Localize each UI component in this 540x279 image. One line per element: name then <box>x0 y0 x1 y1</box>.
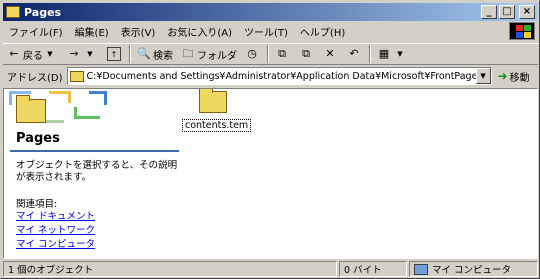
menu-help[interactable]: ヘルプ(H) <box>294 24 351 39</box>
menu-favorites[interactable]: お気に入り(A) <box>161 24 238 39</box>
folders-button[interactable]: 🗀 フォルダ <box>177 44 241 64</box>
related-links: マイ ドキュメント マイ ネットワーク マイ コンピュータ <box>16 210 95 252</box>
undo-icon: ↶ <box>349 47 359 60</box>
search-icon: 🔍 <box>137 47 151 60</box>
minimize-button[interactable]: _ <box>481 5 497 19</box>
toolbar-separator <box>129 45 131 63</box>
title-divider <box>10 150 179 152</box>
windows-logo-icon <box>509 22 535 40</box>
address-input[interactable]: C:¥Documents and Settings¥Administrator¥… <box>66 67 492 85</box>
copy-to-icon: ⧉ <box>302 47 310 60</box>
page-title: Pages <box>16 131 60 146</box>
computer-icon <box>414 263 428 275</box>
chevron-down-icon: ▼ <box>47 50 53 58</box>
search-button[interactable]: 🔍 検索 <box>133 44 177 64</box>
views-button[interactable]: ▦ ▼ <box>373 44 413 64</box>
delete-icon: ✕ <box>325 47 335 60</box>
up-folder-button[interactable]: ↑ <box>103 44 127 64</box>
status-zone-text: マイ コンピュータ <box>432 265 512 276</box>
go-arrow-icon: ➜ <box>497 69 508 83</box>
link-my-network[interactable]: マイ ネットワーク <box>16 224 95 238</box>
move-to-button[interactable]: ⧉ <box>271 44 295 64</box>
address-dropdown-button[interactable]: ▼ <box>475 68 491 84</box>
toolbar: ← 戻る ▼ → ▼ ↑ 🔍 検索 🗀 フォルダ ◷ ⧉ ⧉ ✕ ↶ ▦ ▼ <box>3 43 538 65</box>
folder-icon <box>6 6 20 18</box>
views-icon: ▦ <box>378 47 390 60</box>
menu-tools[interactable]: ツール(T) <box>238 24 294 39</box>
description-text: オブジェクトを選択すると、その説明が表示されます。 <box>16 160 178 183</box>
back-button[interactable]: ← 戻る ▼ <box>3 44 63 64</box>
folder-icon <box>69 70 84 82</box>
folder-icon <box>199 89 227 113</box>
folders-label: フォルダ <box>197 50 237 62</box>
forward-arrow-icon: → <box>69 47 79 60</box>
delete-button[interactable]: ✕ <box>319 44 343 64</box>
title-bar[interactable]: Pages _ □ × <box>3 3 538 21</box>
banner-decoration <box>44 111 64 123</box>
folder-icon <box>16 95 46 123</box>
go-label: 移動 <box>509 72 530 84</box>
copy-to-button[interactable]: ⧉ <box>295 44 319 64</box>
back-label: 戻る <box>23 50 43 62</box>
move-to-icon: ⧉ <box>278 47 286 60</box>
explorer-window: Pages _ □ × ファイル(F) 編集(E) 表示(V) お気に入り(A)… <box>0 0 540 279</box>
file-name: contents.tem <box>182 119 252 132</box>
back-arrow-icon: ← <box>9 47 19 60</box>
status-count-text: 1 個のオブジェクト <box>8 265 94 276</box>
menu-file[interactable]: ファイル(F) <box>3 24 69 39</box>
toolbar-separator <box>267 45 269 63</box>
status-zone: マイ コンピュータ <box>409 261 538 277</box>
menu-edit[interactable]: 編集(E) <box>69 24 115 39</box>
file-item[interactable]: contents.tem <box>182 89 252 132</box>
status-count: 1 個のオブジェクト <box>3 261 337 277</box>
menu-view[interactable]: 表示(V) <box>115 24 162 39</box>
banner-decoration <box>74 107 100 119</box>
banner-decoration <box>89 91 107 105</box>
status-size: 0 バイト <box>339 261 407 277</box>
maximize-button[interactable]: □ <box>499 5 515 19</box>
forward-button[interactable]: → ▼ <box>63 44 103 64</box>
status-size-text: 0 バイト <box>344 265 382 276</box>
close-button[interactable]: × <box>519 5 535 19</box>
menu-bar: ファイル(F) 編集(E) 表示(V) お気に入り(A) ツール(T) ヘルプ(… <box>3 22 509 41</box>
link-my-computer[interactable]: マイ コンピュータ <box>16 238 95 252</box>
up-folder-icon: ↑ <box>107 47 121 61</box>
go-button[interactable]: ➜ 移動 <box>498 69 530 84</box>
status-bar: 1 個のオブジェクト 0 バイト マイ コンピュータ <box>3 260 538 278</box>
address-label: アドレス(D) <box>7 72 63 84</box>
related-label: 関連項目: <box>16 199 58 210</box>
folder-view: Pages オブジェクトを選択すると、その説明が表示されます。 関連項目: マイ… <box>3 88 538 259</box>
undo-button[interactable]: ↶ <box>343 44 367 64</box>
banner-decoration <box>49 91 71 103</box>
history-button[interactable]: ◷ <box>241 44 265 64</box>
folders-icon: 🗀 <box>182 47 194 60</box>
link-my-documents[interactable]: マイ ドキュメント <box>16 210 95 224</box>
address-value: C:¥Documents and Settings¥Administrator¥… <box>86 70 492 82</box>
window-title: Pages <box>24 5 62 19</box>
search-label: 検索 <box>153 50 173 62</box>
toolbar-separator <box>369 45 371 63</box>
history-icon: ◷ <box>247 47 257 60</box>
chevron-down-icon: ▼ <box>87 50 93 58</box>
address-bar: アドレス(D) C:¥Documents and Settings¥Admini… <box>3 66 538 86</box>
chevron-down-icon: ▼ <box>397 50 403 58</box>
